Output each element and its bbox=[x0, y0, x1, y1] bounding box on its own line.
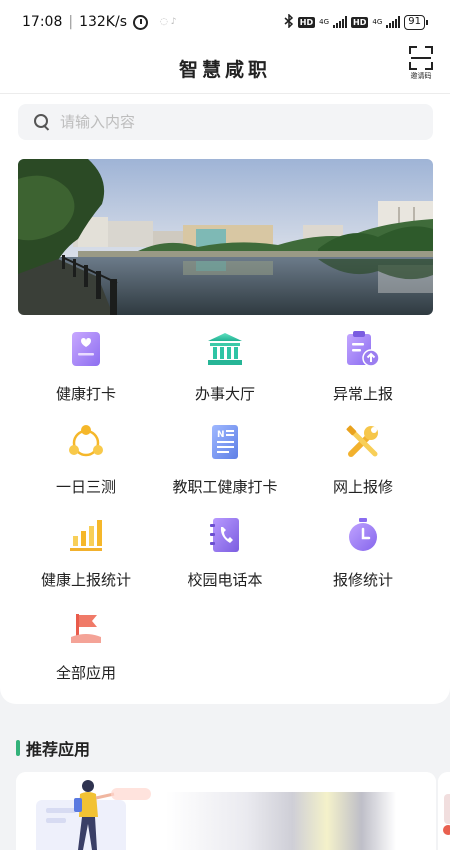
notification-icons: ◌ ♪ bbox=[160, 17, 177, 27]
hd-badge-2: HD bbox=[351, 16, 369, 28]
network-type-1: 4G bbox=[319, 17, 330, 26]
app-anomaly-report[interactable]: 异常上报 bbox=[293, 329, 433, 419]
app-label: 异常上报 bbox=[332, 385, 393, 403]
status-time: 17:08 bbox=[22, 14, 63, 30]
scan-qr-icon bbox=[409, 46, 433, 70]
svg-text:N: N bbox=[217, 430, 225, 440]
app-label: 报修统计 bbox=[332, 571, 393, 589]
clipboard-upload-icon bbox=[343, 329, 383, 369]
search-icon bbox=[34, 114, 50, 130]
wrench-tools-icon bbox=[343, 422, 383, 462]
stopwatch-icon bbox=[343, 515, 383, 555]
app-online-repair[interactable]: 网上报修 bbox=[293, 422, 433, 512]
phone-book-icon bbox=[205, 515, 245, 555]
recommend-app-card-next[interactable] bbox=[438, 772, 450, 850]
bluetooth-icon bbox=[284, 12, 294, 31]
staff-document-icon: N bbox=[205, 422, 245, 462]
app-service-hall[interactable]: 办事大厅 bbox=[155, 329, 295, 419]
app-label: 教职工健康打卡 bbox=[172, 478, 278, 496]
status-separator: | bbox=[68, 14, 74, 30]
hall-building-icon bbox=[205, 329, 245, 369]
battery-indicator: 91 bbox=[404, 14, 428, 30]
search-bar[interactable] bbox=[18, 104, 433, 140]
app-label: 办事大厅 bbox=[194, 385, 255, 403]
app-health-checkin[interactable]: 健康打卡 bbox=[16, 329, 156, 419]
app-header: 智慧咸职 邀请码 bbox=[0, 44, 450, 94]
invite-code-button[interactable]: 邀请码 bbox=[406, 46, 436, 81]
app-label: 一日三测 bbox=[55, 478, 116, 496]
three-dots-cycle-icon bbox=[66, 422, 106, 462]
recommend-app-card[interactable] bbox=[16, 772, 436, 850]
main-panel: 健康打卡 办事大厅 bbox=[0, 94, 450, 704]
app-screen: 17:08 | 132K/s ◌ ♪ HD 4G HD 4G 91 智慧咸职 邀… bbox=[0, 0, 450, 850]
app-label: 健康上报统计 bbox=[40, 571, 131, 589]
signal-icon-2 bbox=[386, 16, 401, 28]
app-label: 网上报修 bbox=[332, 478, 393, 496]
signal-icon-1 bbox=[333, 16, 348, 28]
app-label: 全部应用 bbox=[55, 664, 116, 682]
app-label: 校园电话本 bbox=[187, 571, 263, 589]
page-title: 智慧咸职 bbox=[178, 59, 271, 81]
status-speed: 132K/s bbox=[79, 14, 127, 30]
app-health-report-stats[interactable]: 健康上报统计 bbox=[16, 515, 156, 605]
app-campus-phonebook[interactable]: 校园电话本 bbox=[155, 515, 295, 605]
app-label: 健康打卡 bbox=[55, 385, 116, 403]
network-type-2: 4G bbox=[372, 17, 383, 26]
app-staff-health-checkin[interactable]: N 教职工健康打卡 bbox=[155, 422, 295, 512]
alarm-icon bbox=[133, 14, 148, 30]
campus-banner-image[interactable] bbox=[18, 159, 433, 315]
section-accent-bar bbox=[16, 740, 20, 756]
health-card-icon bbox=[66, 329, 106, 369]
search-input[interactable] bbox=[60, 113, 390, 131]
recommend-section-header: 推荐应用 bbox=[16, 736, 90, 760]
app-repair-stats[interactable]: 报修统计 bbox=[293, 515, 433, 605]
recommend-next-illustration bbox=[438, 772, 450, 850]
recommend-banner-illustration bbox=[16, 772, 436, 850]
status-bar: 17:08 | 132K/s ◌ ♪ HD 4G HD 4G 91 bbox=[0, 0, 450, 44]
app-three-tests-daily[interactable]: 一日三测 bbox=[16, 422, 156, 512]
bar-chart-icon bbox=[66, 515, 106, 555]
hd-badge-1: HD bbox=[297, 16, 316, 28]
invite-code-label: 邀请码 bbox=[410, 72, 432, 80]
app-all-applications[interactable]: 全部应用 bbox=[16, 608, 156, 698]
recommend-title: 推荐应用 bbox=[26, 740, 91, 759]
flag-icon bbox=[66, 608, 106, 648]
